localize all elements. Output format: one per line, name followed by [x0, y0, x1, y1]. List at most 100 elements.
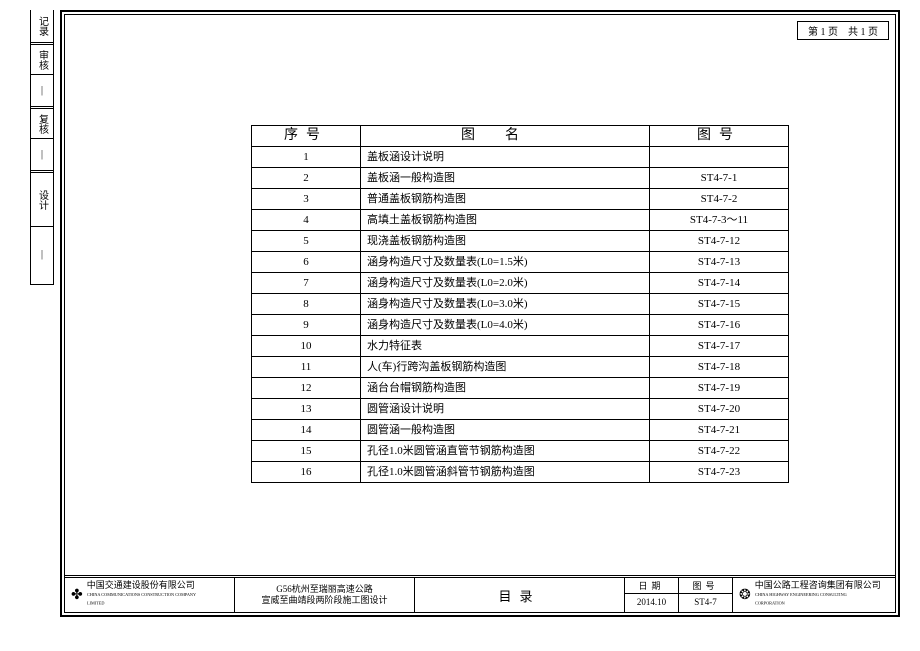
inner-frame: 第 1 页 共 1 页 序号 图名 图号 1盖板涵设计说明2盖板涵一般构造图ST… [64, 14, 896, 613]
cell-seq: 4 [252, 210, 361, 231]
project-line2: 宣威至曲靖段两阶段施工图设计 [261, 595, 387, 606]
side-label-design: 设计 [31, 170, 53, 226]
cell-code: ST4-7-16 [650, 315, 789, 336]
side-label-recheck: 复核 [31, 106, 53, 138]
page-number-box: 第 1 页 共 1 页 [797, 21, 889, 40]
cell-seq: 11 [252, 357, 361, 378]
table-body: 1盖板涵设计说明2盖板涵一般构造图ST4-7-13普通盖板钢筋构造图ST4-7-… [252, 147, 789, 483]
cell-code: ST4-7-22 [650, 441, 789, 462]
table-row: 7涵身构造尺寸及数量表(L0=2.0米)ST4-7-14 [252, 273, 789, 294]
table-row: 11人(车)行跨沟盖板钢筋构造图ST4-7-18 [252, 357, 789, 378]
cell-seq: 9 [252, 315, 361, 336]
side-label-review: 审核 [31, 42, 53, 74]
code-cell: 图号 ST4-7 [679, 578, 733, 612]
header-code: 图号 [650, 126, 789, 147]
table-row: 8涵身构造尺寸及数量表(L0=3.0米)ST4-7-15 [252, 294, 789, 315]
contents-table: 序号 图名 图号 1盖板涵设计说明2盖板涵一般构造图ST4-7-13普通盖板钢筋… [251, 125, 789, 483]
cell-name: 孔径1.0米圆管涵斜管节钢筋构造图 [361, 462, 650, 483]
cell-name: 盖板涵设计说明 [361, 147, 650, 168]
header-name: 图名 [361, 126, 650, 147]
table-row: 6涵身构造尺寸及数量表(L0=1.5米)ST4-7-13 [252, 252, 789, 273]
cell-name: 现浇盖板钢筋构造图 [361, 231, 650, 252]
right-org-name-en: CHINA HIGHWAY ENGINEERING CONSULTING COR… [755, 592, 869, 609]
cell-code: ST4-7-15 [650, 294, 789, 315]
cell-seq: 6 [252, 252, 361, 273]
table-row: 10水力特征表ST4-7-17 [252, 336, 789, 357]
table-row: 12涵台台帽钢筋构造图ST4-7-19 [252, 378, 789, 399]
cell-code: ST4-7-17 [650, 336, 789, 357]
table-row: 3普通盖板钢筋构造图ST4-7-2 [252, 189, 789, 210]
cell-code: ST4-7-21 [650, 420, 789, 441]
cccc-logo-icon: ✤ [71, 587, 83, 604]
page-current: 第 1 页 [808, 27, 838, 38]
cell-seq: 7 [252, 273, 361, 294]
date-label: 日期 [625, 579, 678, 594]
cell-code [650, 147, 789, 168]
drawing-sheet: 记录 审核 | 复核 | 设计 | 第 1 页 共 1 页 序号 图名 图号 [0, 0, 920, 651]
cell-name: 普通盖板钢筋构造图 [361, 189, 650, 210]
page-total: 共 1 页 [848, 27, 878, 38]
cell-seq: 5 [252, 231, 361, 252]
revision-column: 记录 审核 | 复核 | 设计 | [30, 10, 54, 285]
doc-title-cell: 目录 [415, 578, 625, 612]
title-block: ✤ 中国交通建设股份有限公司 CHINA COMMUNICATIONS CONS… [65, 575, 895, 612]
left-org-cell: ✤ 中国交通建设股份有限公司 CHINA COMMUNICATIONS CONS… [65, 578, 235, 612]
left-org-name-en: CHINA COMMUNICATIONS CONSTRUCTION COMPAN… [87, 592, 207, 609]
cell-name: 人(车)行跨沟盖板钢筋构造图 [361, 357, 650, 378]
project-cell: G56杭州至瑞丽高速公路 宣威至曲靖段两阶段施工图设计 [235, 578, 415, 612]
table-row: 15孔径1.0米圆管涵直管节钢筋构造图ST4-7-22 [252, 441, 789, 462]
cell-seq: 8 [252, 294, 361, 315]
cell-seq: 16 [252, 462, 361, 483]
cell-code: ST4-7-1 [650, 168, 789, 189]
table-row: 4高填土盖板钢筋构造图ST4-7-3～11 [252, 210, 789, 231]
project-line1: G56杭州至瑞丽高速公路 [276, 584, 373, 595]
left-org-name: 中国交通建设股份有限公司 [87, 580, 228, 590]
cell-code: ST4-7-18 [650, 357, 789, 378]
side-label-record: 记录 [31, 10, 53, 42]
cell-code: ST4-7-12 [650, 231, 789, 252]
table-row: 14圆管涵一般构造图ST4-7-21 [252, 420, 789, 441]
side-field-design: | [31, 226, 53, 282]
code-value: ST4-7 [679, 594, 732, 611]
cell-name: 涵身构造尺寸及数量表(L0=1.5米) [361, 252, 650, 273]
cell-name: 圆管涵一般构造图 [361, 420, 650, 441]
checc-logo-icon: ❂ [739, 587, 751, 604]
cell-code: ST4-7-2 [650, 189, 789, 210]
date-value: 2014.10 [625, 594, 678, 611]
code-label: 图号 [679, 579, 732, 594]
cell-code: ST4-7-23 [650, 462, 789, 483]
drawing-frame: 第 1 页 共 1 页 序号 图名 图号 1盖板涵设计说明2盖板涵一般构造图ST… [60, 10, 900, 617]
cell-seq: 15 [252, 441, 361, 462]
cell-code: ST4-7-13 [650, 252, 789, 273]
right-org-name: 中国公路工程咨询集团有限公司 [755, 580, 889, 590]
table-row: 9涵身构造尺寸及数量表(L0=4.0米)ST4-7-16 [252, 315, 789, 336]
table-row: 13圆管涵设计说明ST4-7-20 [252, 399, 789, 420]
cell-name: 高填土盖板钢筋构造图 [361, 210, 650, 231]
cell-code: ST4-7-20 [650, 399, 789, 420]
cell-seq: 1 [252, 147, 361, 168]
cell-code: ST4-7-19 [650, 378, 789, 399]
table-row: 1盖板涵设计说明 [252, 147, 789, 168]
cell-seq: 12 [252, 378, 361, 399]
cell-name: 涵身构造尺寸及数量表(L0=2.0米) [361, 273, 650, 294]
side-field-recheck: | [31, 138, 53, 170]
cell-name: 孔径1.0米圆管涵直管节钢筋构造图 [361, 441, 650, 462]
cell-seq: 14 [252, 420, 361, 441]
cell-seq: 2 [252, 168, 361, 189]
cell-name: 涵台台帽钢筋构造图 [361, 378, 650, 399]
cell-name: 盖板涵一般构造图 [361, 168, 650, 189]
cell-name: 涵身构造尺寸及数量表(L0=3.0米) [361, 294, 650, 315]
right-org-cell: ❂ 中国公路工程咨询集团有限公司 CHINA HIGHWAY ENGINEERI… [733, 578, 895, 612]
table-row: 5现浇盖板钢筋构造图ST4-7-12 [252, 231, 789, 252]
date-cell: 日期 2014.10 [625, 578, 679, 612]
table-row: 16孔径1.0米圆管涵斜管节钢筋构造图ST4-7-23 [252, 462, 789, 483]
cell-seq: 13 [252, 399, 361, 420]
cell-seq: 3 [252, 189, 361, 210]
cell-code: ST4-7-14 [650, 273, 789, 294]
cell-name: 圆管涵设计说明 [361, 399, 650, 420]
cell-name: 水力特征表 [361, 336, 650, 357]
side-field-review: | [31, 74, 53, 106]
header-seq: 序号 [252, 126, 361, 147]
table-row: 2盖板涵一般构造图ST4-7-1 [252, 168, 789, 189]
cell-code: ST4-7-3～11 [650, 210, 789, 231]
